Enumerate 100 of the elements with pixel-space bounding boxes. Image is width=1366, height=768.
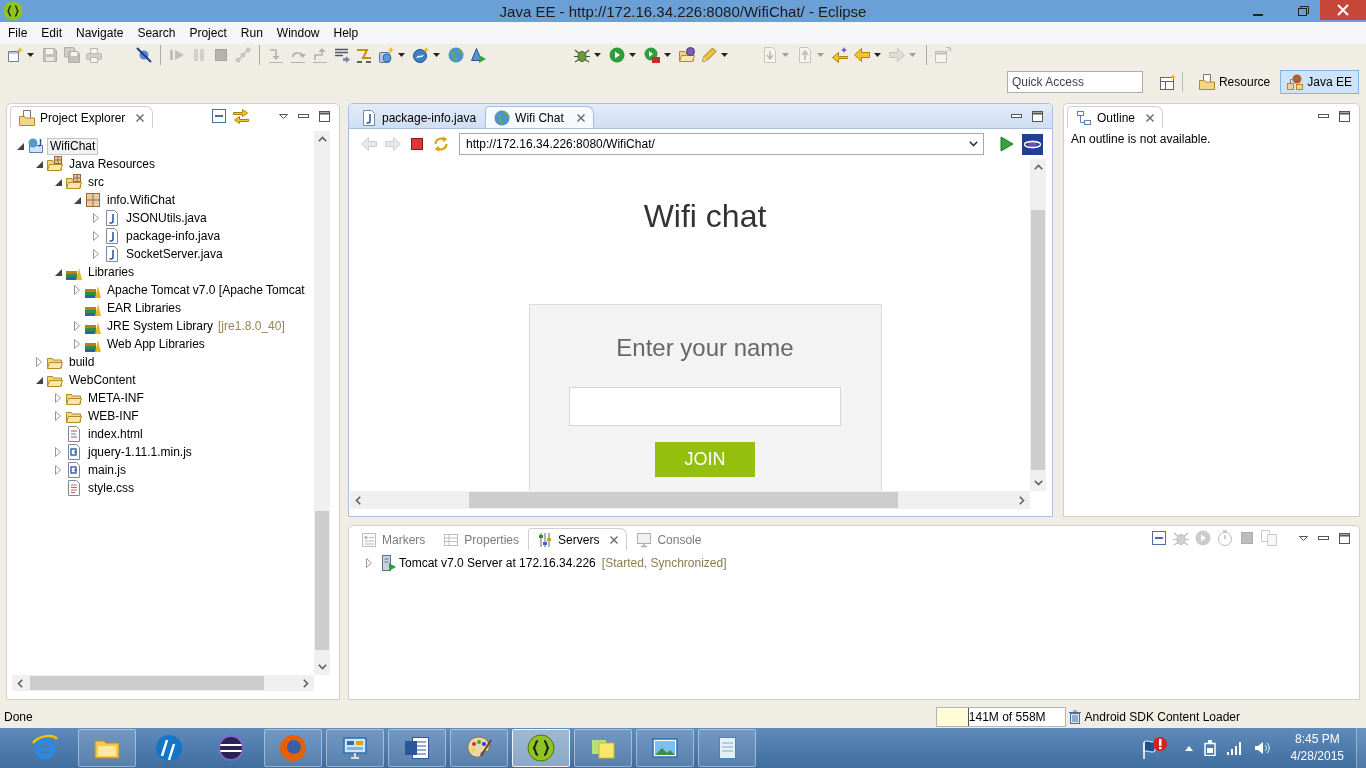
tree-item[interactable]: build (66, 353, 98, 371)
battery-icon[interactable] (1203, 740, 1216, 756)
orbit-tile-icon[interactable] (1022, 133, 1043, 155)
tree-item[interactable]: main.js (85, 461, 129, 479)
tree-item[interactable]: JRE System Library (104, 317, 217, 335)
menu-item[interactable]: File (1, 24, 35, 42)
chevron-left-icon[interactable] (355, 495, 361, 505)
view-tab[interactable]: Markers (352, 528, 435, 550)
tree-item[interactable]: EAR Libraries (104, 299, 185, 317)
tree-item[interactable]: info.WifiChat (104, 191, 179, 209)
view-menu-icon[interactable] (279, 113, 288, 119)
horizontal-scrollbar[interactable] (350, 491, 1030, 509)
list-arrow-icon[interactable] (334, 47, 350, 63)
close-icon[interactable] (576, 113, 585, 122)
editor-tab[interactable]: Wifi Chat (485, 106, 594, 128)
close-icon[interactable] (1146, 113, 1155, 122)
caret-icon[interactable] (664, 53, 671, 57)
caret-icon[interactable] (721, 53, 728, 57)
menu-item[interactable]: Help (326, 24, 366, 42)
tree-item[interactable]: style.css (85, 479, 137, 497)
server-name[interactable]: Tomcat v7.0 Server at 172.16.34.226 (399, 556, 596, 570)
restore-icon[interactable] (1298, 6, 1309, 16)
chevron-down-icon[interactable] (317, 664, 327, 670)
collapsed-arrow-icon[interactable] (366, 558, 372, 568)
view-tab[interactable]: Project Explorer (10, 106, 154, 128)
expanded-arrow-icon[interactable] (35, 376, 43, 384)
view-tab[interactable]: Console (627, 528, 711, 550)
editor-tab[interactable]: package-info.java (352, 106, 486, 128)
menu-item[interactable]: Window (269, 24, 327, 42)
menu-item[interactable]: Navigate (69, 24, 131, 42)
minus-box-icon[interactable] (1151, 530, 1167, 546)
view-tab[interactable]: Properties (434, 528, 529, 550)
close-icon[interactable] (610, 535, 619, 544)
view-tab[interactable]: Outline (1067, 106, 1164, 128)
minimize-icon[interactable] (1318, 536, 1329, 540)
view-tab[interactable]: Servers (528, 528, 628, 550)
chevron-up-icon[interactable] (317, 136, 327, 142)
taskbar-button[interactable] (388, 729, 446, 767)
clock-date[interactable]: 4/28/2015 (1290, 748, 1344, 765)
scrollbar-thumb[interactable] (1031, 210, 1045, 470)
chevron-right-icon[interactable] (303, 678, 309, 688)
swap-arrows-icon[interactable] (233, 108, 249, 124)
collapsed-arrow-icon[interactable] (74, 321, 80, 331)
signal-icon[interactable] (1226, 741, 1243, 755)
maximize-icon[interactable] (1032, 110, 1043, 122)
tree-item[interactable]: jquery-1.11.1.min.js (85, 443, 195, 461)
tree-item[interactable]: Apache Tomcat v7.0 [Apache Tomcat (104, 281, 308, 299)
scrollbar-thumb[interactable] (29, 676, 264, 690)
collapsed-arrow-icon[interactable] (55, 447, 61, 457)
maximize-icon[interactable] (1339, 532, 1350, 544)
refresh-icon[interactable] (433, 136, 449, 152)
collapsed-arrow-icon[interactable] (55, 465, 61, 475)
tree-item[interactable]: src (85, 173, 107, 191)
caret-icon[interactable] (398, 53, 405, 57)
caret-icon[interactable] (433, 53, 440, 57)
caret-icon[interactable] (874, 53, 881, 57)
menu-item[interactable]: Project (182, 24, 234, 42)
collapsed-arrow-icon[interactable] (74, 285, 80, 295)
url-field[interactable]: http://172.16.34.226:8080/WifiChat/ (459, 133, 984, 155)
chevron-up-icon[interactable] (1033, 164, 1043, 170)
stop-icon[interactable] (409, 136, 425, 152)
trash-icon[interactable] (1068, 709, 1081, 724)
up-caret-icon[interactable] (1184, 745, 1193, 751)
scrollbar-thumb[interactable] (469, 492, 898, 508)
minimize-icon[interactable] (1318, 114, 1329, 118)
tree-item[interactable]: WifiChat (47, 137, 99, 155)
tree-item[interactable]: WEB-INF (85, 407, 142, 425)
menu-item[interactable]: Search (130, 24, 183, 42)
vertical-scrollbar[interactable] (1030, 159, 1046, 491)
page-star-icon[interactable] (7, 47, 23, 63)
triangle-arrow-icon[interactable] (470, 47, 486, 63)
collapsed-arrow-icon[interactable] (55, 393, 61, 403)
chevron-right-icon[interactable] (1019, 495, 1025, 505)
slashed-dot-icon[interactable] (136, 47, 152, 63)
minimize-icon[interactable] (298, 114, 309, 118)
play-toolbox-icon[interactable] (644, 47, 660, 63)
vertical-scrollbar[interactable] (314, 131, 330, 675)
maximize-icon[interactable] (319, 110, 330, 122)
taskbar-button[interactable] (512, 729, 570, 767)
expanded-arrow-icon[interactable] (73, 196, 81, 204)
chevron-down-icon[interactable] (1033, 480, 1043, 486)
tree-item[interactable]: index.html (85, 425, 146, 443)
collapsed-arrow-icon[interactable] (93, 249, 99, 259)
minus-box-icon[interactable] (211, 108, 227, 124)
zigzag-arrow-icon[interactable] (356, 47, 372, 63)
folder-ball-icon[interactable] (679, 47, 695, 63)
expanded-arrow-icon[interactable] (35, 160, 43, 168)
collapsed-arrow-icon[interactable] (93, 231, 99, 241)
expanded-arrow-icon[interactable] (16, 142, 24, 150)
collapsed-arrow-icon[interactable] (74, 339, 80, 349)
menu-item[interactable]: Run (233, 24, 270, 42)
chevron-down-icon[interactable] (969, 141, 978, 147)
name-input[interactable] (569, 387, 841, 426)
quick-access-field[interactable]: Quick Access (1006, 71, 1143, 93)
memory-bar[interactable]: 141M of 558M (935, 706, 1066, 727)
flag-alert-icon[interactable] (1141, 736, 1168, 760)
collapsed-arrow-icon[interactable] (93, 213, 99, 223)
bug-icon[interactable] (574, 47, 590, 63)
tree-item[interactable]: META-INF (85, 389, 147, 407)
close-icon[interactable] (136, 113, 145, 122)
